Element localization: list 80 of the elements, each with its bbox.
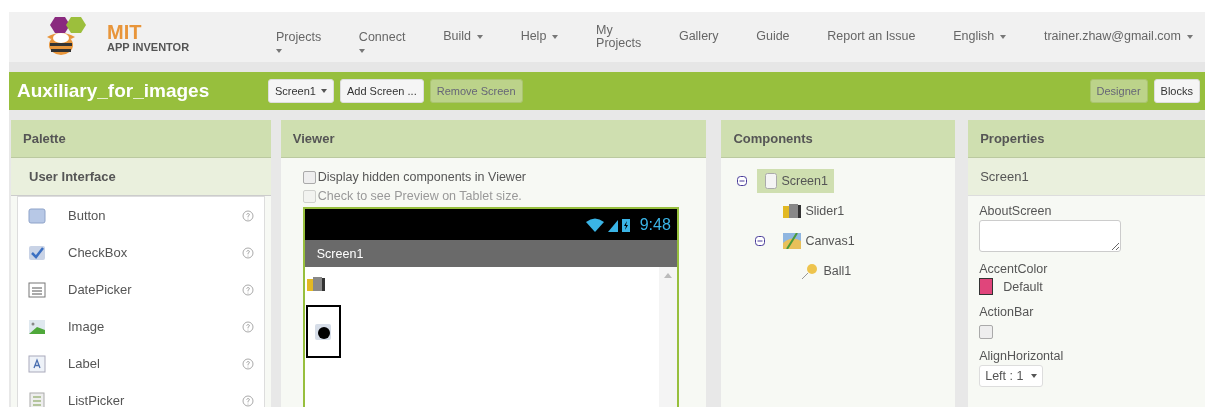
caret-icon (321, 89, 327, 93)
caret-icon (358, 48, 365, 53)
help-icon[interactable] (241, 283, 254, 296)
palette-item[interactable]: CheckBox (68, 245, 242, 260)
button-component-icon (28, 206, 46, 225)
menu-item[interactable]: Report an Issue (827, 30, 916, 44)
help-icon[interactable] (241, 357, 254, 370)
logo-title: MIT (107, 21, 143, 42)
dropdown[interactable]: Left : 1 (979, 365, 1044, 387)
checkbox[interactable] (979, 325, 994, 339)
palette-item[interactable]: DatePicker (68, 282, 242, 297)
caret-icon (276, 48, 282, 53)
tree-item[interactable]: Canvas1 (775, 229, 861, 253)
canvas-icon (783, 233, 802, 249)
panel-title: Palette (11, 120, 271, 158)
menu-item[interactable]: Projects (276, 21, 322, 53)
scrollbar[interactable] (658, 267, 677, 407)
checkbox-component-icon (28, 243, 46, 262)
caret-icon (476, 35, 483, 39)
menu-item[interactable]: Help (520, 30, 559, 44)
label-component-icon (28, 354, 46, 373)
property-label: AlignHorizontal (979, 349, 1064, 363)
collapse-toggle-icon[interactable] (737, 176, 748, 186)
help-icon[interactable] (241, 320, 254, 333)
ball-icon (801, 263, 820, 279)
scroll-up-icon[interactable] (663, 273, 672, 278)
panel-title: Components (721, 120, 956, 158)
battery-icon (621, 217, 630, 232)
selected-component-name: Screen1 (968, 158, 1205, 196)
view-tab[interactable]: Blocks (1153, 79, 1200, 103)
collapse-toggle-icon[interactable] (755, 236, 766, 246)
status-time: 9:48 (639, 215, 671, 234)
text-area[interactable] (979, 220, 1122, 252)
datepicker-component-icon (28, 280, 46, 299)
tree-item[interactable]: Screen1 (757, 169, 834, 193)
menu-item[interactable]: trainer.zhaw@gmail.com (1043, 30, 1193, 44)
checkbox-label: Check to see Preview on Tablet size. (317, 188, 522, 205)
palette-item[interactable]: ListPicker (68, 393, 242, 407)
caret-icon (1186, 35, 1193, 39)
palette-item[interactable]: Button (68, 208, 242, 223)
menu-item[interactable]: Build (443, 30, 483, 44)
category-header[interactable]: User Interface (11, 158, 271, 196)
tree-item[interactable]: Slider1 (775, 200, 851, 222)
screen-dropdown[interactable]: Screen1 (268, 79, 334, 103)
listpicker-component-icon (28, 391, 46, 407)
toolbar-button[interactable]: Add Screen ... (340, 79, 424, 103)
caret-icon (1031, 374, 1038, 378)
image-component-icon (28, 317, 46, 336)
tree-item[interactable]: Ball1 (793, 259, 858, 283)
help-icon[interactable] (241, 394, 254, 407)
phone-icon (765, 173, 778, 189)
view-tab[interactable]: Designer (1089, 79, 1148, 103)
wifi-icon (585, 217, 604, 232)
slider-icon (783, 204, 802, 218)
menu-item[interactable]: English (953, 30, 1007, 44)
checkbox-label: Display hidden components in Viewer (317, 169, 526, 186)
checkbox[interactable] (302, 171, 316, 184)
project-title: Auxiliary_for_images (17, 80, 211, 102)
menu-item[interactable]: Guide (756, 30, 790, 44)
menu-item[interactable]: My Projects (596, 23, 642, 51)
property-label: AccentColor (979, 262, 1048, 276)
property-label: ActionBar (979, 305, 1034, 319)
palette-item[interactable]: Label (68, 356, 242, 371)
app-title-bar: Screen1 (304, 240, 677, 267)
ball-icon (315, 323, 332, 340)
panel-title: Properties (968, 120, 1205, 158)
logo-subtitle: APP INVENTOR (107, 41, 190, 53)
menu-item[interactable]: Connect (358, 21, 406, 53)
help-icon[interactable] (241, 246, 254, 259)
canvas-component[interactable] (305, 305, 341, 358)
caret-icon (552, 35, 559, 39)
help-icon[interactable] (241, 209, 254, 222)
color-swatch[interactable] (979, 278, 994, 295)
caret-icon (1000, 35, 1007, 39)
menu-item[interactable]: Gallery (678, 30, 719, 44)
slider-icon (306, 277, 325, 291)
color-value: Default (1003, 279, 1043, 294)
panel-title: Viewer (280, 120, 707, 158)
palette-item[interactable]: Image (68, 319, 242, 334)
property-label: AboutScreen (979, 204, 1052, 218)
